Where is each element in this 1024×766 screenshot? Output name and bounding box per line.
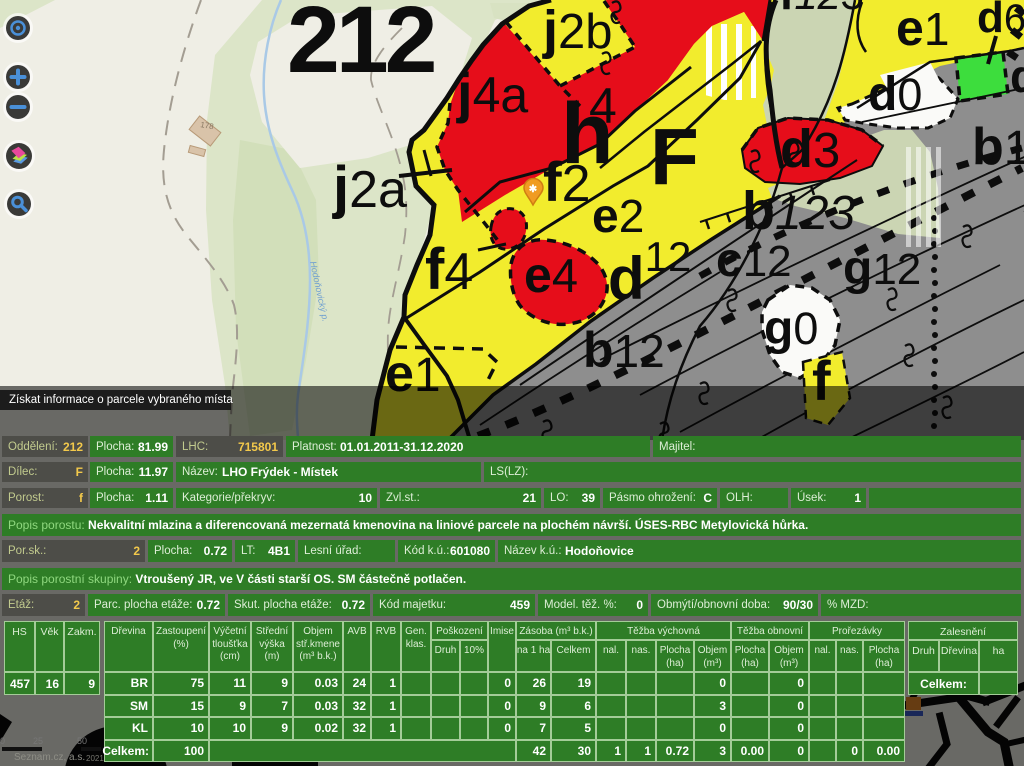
svg-text:e1: e1 [896,0,949,56]
svg-text:g0: g0 [764,302,818,355]
svg-text:d: d [1010,50,1024,102]
svg-text:4: 4 [589,78,617,134]
svg-text:j2a: j2a [332,155,407,220]
svg-text:e2: e2 [592,190,644,243]
svg-text:d3: d3 [780,119,840,179]
svg-text:d6: d6 [977,0,1024,42]
svg-text:j4a: j4a [456,61,528,124]
svg-text:j2b: j2b [542,0,613,60]
svg-text:c12: c12 [716,234,792,287]
svg-text:g12: g12 [843,242,921,295]
svg-text:f4: f4 [425,237,473,302]
svg-text:f2: f2 [543,150,591,213]
svg-text:✱: ✱ [529,184,538,195]
svg-text:b1: b1 [972,118,1024,176]
svg-text:f123: f123 [779,0,864,19]
svg-text:e4: e4 [524,247,578,303]
svg-text:212: 212 [287,0,435,93]
svg-text:b12: b12 [583,322,665,378]
svg-text:d0: d0 [868,68,922,121]
svg-text:b123: b123 [742,181,855,241]
svg-text:F: F [650,112,699,201]
